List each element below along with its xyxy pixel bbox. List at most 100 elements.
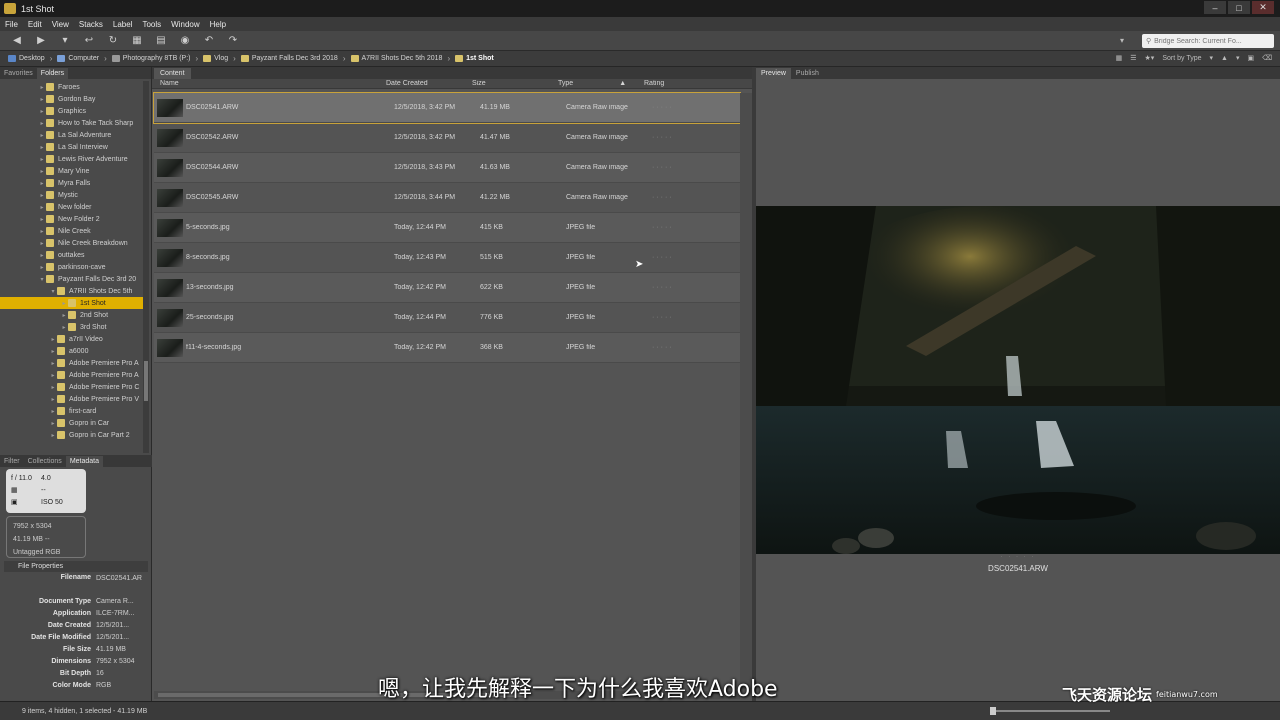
file-row[interactable]: DSC02541.ARW 12/5/2018, 3:42 PM 41.19 MB Ca… bbox=[153, 92, 741, 124]
column-name[interactable]: Name bbox=[152, 80, 386, 87]
expand-toggle-icon[interactable]: ▸ bbox=[38, 192, 46, 199]
file-thumbnail[interactable] bbox=[157, 188, 183, 207]
recent-dropdown-icon[interactable]: ▾ bbox=[58, 35, 72, 46]
folder-tree-item[interactable]: ▸ Adobe Premiere Pro A bbox=[0, 369, 144, 381]
column-date-created[interactable]: Date Created bbox=[386, 80, 472, 87]
slider-knob[interactable] bbox=[990, 707, 996, 715]
tab-preview[interactable]: Preview bbox=[756, 68, 791, 79]
minimize-icon[interactable]: – bbox=[1204, 1, 1226, 14]
star-filter-icon[interactable]: ★▾ bbox=[1145, 54, 1155, 62]
menu-edit[interactable]: Edit bbox=[23, 20, 47, 29]
refine-icon[interactable]: ▤ bbox=[154, 35, 168, 46]
tab-metadata[interactable]: Metadata bbox=[65, 456, 103, 467]
list-view-icon[interactable]: ☰ bbox=[1130, 54, 1136, 62]
expand-toggle-icon[interactable]: ▸ bbox=[60, 300, 68, 307]
delete-icon[interactable]: ⌫ bbox=[1262, 54, 1272, 62]
folder-tree-item[interactable]: ▸ a7rII Video bbox=[0, 333, 144, 345]
breadcrumb-a7rii[interactable]: A7RII Shots Dec 5th 2018 › bbox=[350, 54, 456, 63]
expand-toggle-icon[interactable]: ▸ bbox=[49, 396, 57, 403]
file-thumbnail[interactable] bbox=[157, 278, 183, 297]
file-rating[interactable]: ····· bbox=[652, 164, 736, 171]
folder-tree-item[interactable]: ▸ How to Take Tack Sharp bbox=[0, 117, 144, 129]
expand-toggle-icon[interactable]: ▸ bbox=[49, 432, 57, 439]
workspace-dropdown-icon[interactable]: ▾ bbox=[1120, 36, 1124, 45]
file-thumbnail[interactable] bbox=[157, 98, 183, 117]
expand-toggle-icon[interactable]: ▸ bbox=[38, 228, 46, 235]
expand-toggle-icon[interactable]: ▸ bbox=[49, 408, 57, 415]
expand-toggle-icon[interactable]: ▸ bbox=[38, 108, 46, 115]
folder-tree-item[interactable]: ▸ Faroes bbox=[0, 81, 144, 93]
column-size[interactable]: Size bbox=[472, 80, 558, 87]
file-rating[interactable]: ····· bbox=[652, 104, 736, 111]
expand-toggle-icon[interactable]: ▸ bbox=[38, 96, 46, 103]
breadcrumb-current[interactable]: 1st Shot bbox=[455, 55, 494, 62]
file-rating[interactable]: ····· bbox=[652, 314, 736, 321]
expand-toggle-icon[interactable]: ▸ bbox=[49, 384, 57, 391]
expand-toggle-icon[interactable]: ▸ bbox=[38, 252, 46, 259]
breadcrumb-drive[interactable]: Photography 8TB (P:) › bbox=[111, 54, 203, 63]
open-in-camera-raw-icon[interactable]: ◉ bbox=[178, 35, 192, 46]
folder-tree-item[interactable]: ▸ Adobe Premiere Pro C bbox=[0, 381, 144, 393]
menu-file[interactable]: File bbox=[0, 20, 23, 29]
file-thumbnail[interactable] bbox=[157, 308, 183, 327]
file-rating[interactable]: ····· bbox=[652, 344, 736, 351]
breadcrumb-computer[interactable]: Computer › bbox=[57, 54, 111, 63]
folder-tree-item[interactable]: ▸ Mystic bbox=[0, 189, 144, 201]
rotate-right-icon[interactable]: ↷ bbox=[226, 35, 240, 46]
open-recent-icon[interactable]: ▾ bbox=[1236, 54, 1240, 62]
expand-toggle-icon[interactable]: ▸ bbox=[38, 168, 46, 175]
preview-image[interactable] bbox=[756, 206, 1280, 554]
new-folder-icon[interactable]: ▣ bbox=[1247, 54, 1254, 62]
menu-stacks[interactable]: Stacks bbox=[74, 20, 108, 29]
back-icon[interactable]: ◀ bbox=[10, 35, 24, 46]
file-row[interactable]: f11-4-seconds.jpg Today, 12:42 PM 368 KB JP… bbox=[154, 333, 740, 363]
folder-tree-item[interactable]: ▸ New folder bbox=[0, 201, 144, 213]
folder-tree-scrollbar[interactable] bbox=[143, 81, 149, 453]
folder-tree-item[interactable]: ▾ A7RII Shots Dec 5th bbox=[0, 285, 144, 297]
menu-view[interactable]: View bbox=[47, 20, 74, 29]
close-icon[interactable]: ✕ bbox=[1252, 1, 1274, 14]
thumbnail-size-slider[interactable] bbox=[990, 707, 1110, 715]
expand-toggle-icon[interactable]: ▸ bbox=[49, 372, 57, 379]
scroll-thumb[interactable] bbox=[144, 361, 148, 401]
bridge-search[interactable]: ⚲ bbox=[1142, 34, 1274, 48]
file-row[interactable]: 13-seconds.jpg Today, 12:42 PM 622 KB JPEG … bbox=[154, 273, 740, 303]
preview-rating[interactable]: · · · · · bbox=[756, 554, 1280, 560]
tab-folders[interactable]: Folders bbox=[36, 68, 69, 79]
folder-tree-item[interactable]: ▸ La Sal Adventure bbox=[0, 129, 144, 141]
folder-tree-item[interactable]: ▸ Adobe Premiere Pro A bbox=[0, 357, 144, 369]
folder-tree-item[interactable]: ▸ Nile Creek bbox=[0, 225, 144, 237]
breadcrumb-vlog[interactable]: Vlog › bbox=[203, 54, 241, 63]
expand-toggle-icon[interactable]: ▸ bbox=[38, 120, 46, 127]
file-properties-header[interactable]: File Properties bbox=[4, 561, 148, 572]
file-row[interactable]: 25-seconds.jpg Today, 12:44 PM 776 KB JPEG … bbox=[154, 303, 740, 333]
file-row[interactable]: 5-seconds.jpg Today, 12:44 PM 415 KB JPEG f… bbox=[154, 213, 740, 243]
expand-toggle-icon[interactable]: ▸ bbox=[49, 420, 57, 427]
boomerang-icon[interactable]: ↩ bbox=[82, 35, 96, 46]
expand-toggle-icon[interactable]: ▸ bbox=[38, 240, 46, 247]
folder-tree-item[interactable]: ▸ outtakes bbox=[0, 249, 144, 261]
folder-tree-item[interactable]: ▸ Gopro in Car bbox=[0, 417, 144, 429]
chevron-down-icon[interactable]: ▾ bbox=[1210, 54, 1214, 62]
file-thumbnail[interactable] bbox=[157, 218, 183, 237]
file-thumbnail[interactable] bbox=[157, 338, 183, 357]
tab-filter[interactable]: Filter bbox=[0, 456, 24, 467]
tab-publish[interactable]: Publish bbox=[791, 68, 824, 79]
expand-toggle-icon[interactable]: ▸ bbox=[49, 336, 57, 343]
file-row[interactable]: 8-seconds.jpg Today, 12:43 PM 515 KB JPEG f… bbox=[154, 243, 740, 273]
folder-tree-item[interactable]: ▸ 3rd Shot bbox=[0, 321, 144, 333]
tab-favorites[interactable]: Favorites bbox=[0, 68, 37, 79]
tab-content[interactable]: Content bbox=[154, 68, 191, 79]
rotate-icon[interactable]: ↻ bbox=[106, 35, 120, 46]
expand-toggle-icon[interactable]: ▸ bbox=[38, 264, 46, 271]
folder-tree-item[interactable]: ▸ La Sal Interview bbox=[0, 141, 144, 153]
expand-toggle-icon[interactable]: ▸ bbox=[38, 180, 46, 187]
expand-toggle-icon[interactable]: ▸ bbox=[49, 348, 57, 355]
folder-tree-item[interactable]: ▸ Graphics bbox=[0, 105, 144, 117]
file-row[interactable]: DSC02542.ARW 12/5/2018, 3:42 PM 41.47 MB Ca… bbox=[154, 123, 740, 153]
tab-collections[interactable]: Collections bbox=[24, 456, 66, 467]
file-thumbnail[interactable] bbox=[157, 248, 183, 267]
camera-import-icon[interactable]: ▦ bbox=[130, 35, 144, 46]
folder-tree-item[interactable]: ▸ Lewis River Adventure bbox=[0, 153, 144, 165]
column-rating[interactable]: Rating bbox=[644, 80, 728, 87]
